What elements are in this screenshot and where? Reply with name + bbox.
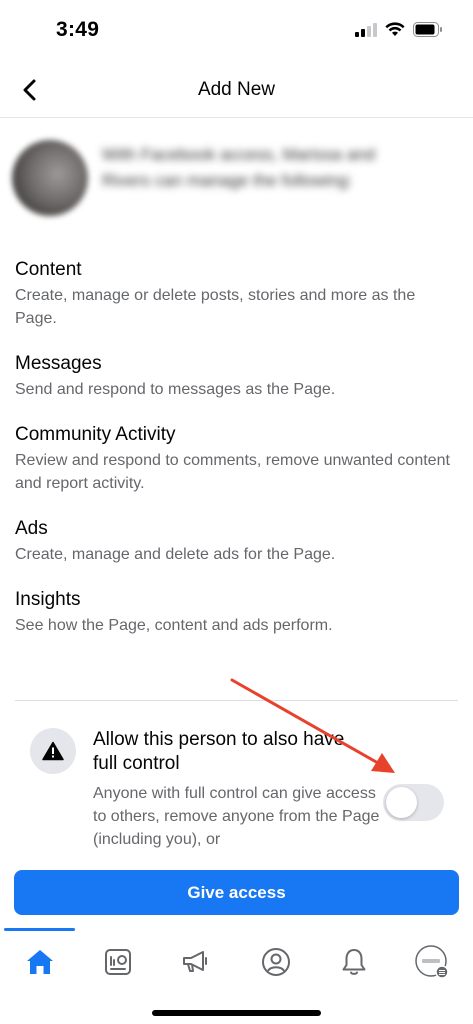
permission-title: Ads (15, 518, 48, 539)
permission-item-ads: Ads Create, manage and delete ads for th… (15, 517, 455, 566)
full-control-description: Anyone with full control can give access… (93, 785, 380, 848)
warning-icon (42, 741, 64, 761)
page-title: Add New (197, 79, 276, 100)
bell-icon (342, 949, 366, 975)
cellular-signal-icon (355, 22, 377, 37)
profile-block: With Facebook access, Marissa and Rivers… (12, 140, 462, 230)
full-control-title: Allow this person to also have full cont… (93, 729, 345, 774)
wifi-icon (385, 22, 405, 36)
permission-item-messages: Messages Send and respond to messages as… (15, 352, 455, 401)
active-tab-indicator (4, 928, 75, 931)
avatar (12, 140, 88, 216)
permission-item-community-activity: Community Activity Review and respond to… (15, 423, 455, 495)
home-indicator (152, 1010, 321, 1016)
permission-title: Insights (15, 589, 81, 610)
battery-icon (413, 22, 442, 37)
permission-description: Create, manage or delete posts, stories … (15, 287, 416, 327)
status-time: 3:49 (56, 18, 100, 41)
permission-description: Review and respond to comments, remove u… (15, 452, 450, 492)
home-icon (27, 950, 53, 974)
permission-description: Create, manage and delete ads for the Pa… (15, 546, 336, 563)
full-control-toggle[interactable] (383, 784, 444, 821)
profile-icon (262, 948, 290, 976)
full-control-section: Allow this person to also have full cont… (0, 718, 473, 858)
permission-title: Content (15, 259, 82, 280)
dashboard-icon (105, 949, 131, 975)
tab-notifications[interactable] (324, 942, 384, 982)
nav-header: Add New (0, 62, 473, 118)
permission-description: Send and respond to messages as the Page… (15, 381, 336, 398)
permission-title: Messages (15, 353, 102, 374)
toggle-knob (386, 787, 417, 818)
megaphone-icon (183, 951, 207, 972)
tab-page-menu[interactable] (402, 942, 462, 982)
tab-home[interactable] (10, 942, 70, 982)
status-icons (355, 22, 443, 37)
profile-description: With Facebook access, Marissa and Rivers… (102, 145, 376, 190)
permission-list: Content Create, manage or delete posts, … (15, 258, 455, 659)
warning-badge (30, 728, 76, 774)
status-bar: 3:49 (0, 0, 473, 62)
tab-profile[interactable] (246, 942, 306, 982)
give-access-button[interactable]: Give access (14, 870, 459, 915)
permission-item-content: Content Create, manage or delete posts, … (15, 258, 455, 330)
permission-item-insights: Insights See how the Page, content and a… (15, 588, 455, 637)
permission-description: See how the Page, content and ads perfor… (15, 617, 333, 634)
page-avatar-icon (415, 945, 449, 979)
permission-title: Community Activity (15, 424, 176, 445)
tab-ads[interactable] (166, 942, 226, 982)
divider (15, 700, 458, 701)
tab-dashboard[interactable] (88, 942, 148, 982)
